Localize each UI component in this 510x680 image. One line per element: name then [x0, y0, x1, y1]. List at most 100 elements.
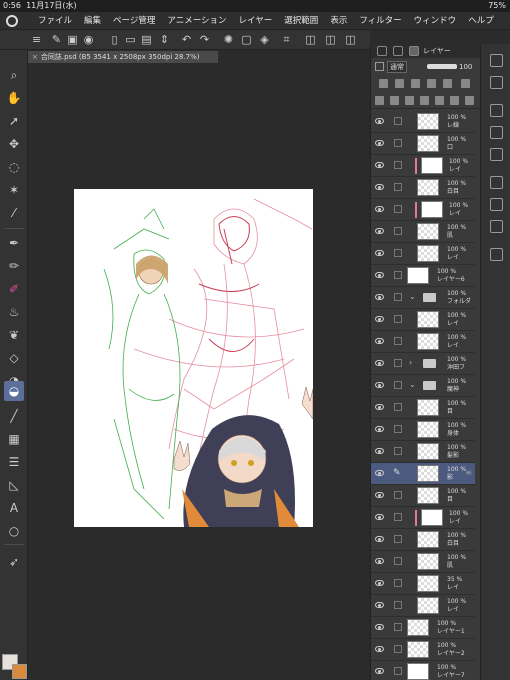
layer-row[interactable]: 100 % 目 — [371, 485, 475, 507]
layer-checkbox[interactable] — [394, 623, 402, 631]
clipping-icon[interactable] — [379, 79, 388, 88]
fill-tool-icon[interactable]: ◒ — [4, 381, 24, 401]
merge-icon[interactable] — [435, 96, 444, 105]
layer-checkbox[interactable] — [394, 293, 402, 301]
color-wheel-icon[interactable] — [490, 104, 503, 117]
layer-checkbox[interactable] — [394, 403, 402, 411]
color-swatches[interactable] — [2, 654, 28, 680]
close-tab-icon[interactable]: × — [32, 53, 38, 61]
visibility-eye-icon[interactable] — [375, 558, 384, 564]
layer-row[interactable]: 100 % レイヤー1 — [371, 617, 475, 639]
navigator-icon[interactable] — [490, 54, 503, 67]
panel-tab-icon-2[interactable] — [393, 46, 403, 56]
visibility-eye-icon[interactable] — [375, 316, 384, 322]
visibility-eye-icon[interactable] — [375, 294, 384, 300]
layer-row[interactable]: 35 % レイ — [371, 573, 475, 595]
layer-row[interactable]: 100 % 肌 — [371, 551, 475, 573]
visibility-eye-icon[interactable] — [375, 338, 384, 344]
panel-tab-icon-1[interactable] — [377, 46, 387, 56]
layer-row[interactable]: 100 % レイ — [371, 595, 475, 617]
visibility-eye-icon[interactable] — [375, 624, 384, 630]
visibility-eye-icon[interactable] — [375, 250, 384, 256]
folder-row[interactable]: ⌄ 100 % フォルダ — [371, 287, 475, 309]
magic-wand-icon[interactable]: ✶ — [4, 180, 24, 200]
ruler-icon[interactable]: ◺ — [4, 475, 24, 495]
layer-checkbox[interactable] — [394, 249, 402, 257]
balloon-icon[interactable]: ○ — [4, 521, 24, 541]
layer-checkbox[interactable] — [394, 645, 402, 653]
folder-row[interactable]: › 100 % 沖田フ — [371, 353, 475, 375]
layer-mask-icon[interactable] — [450, 96, 459, 105]
new-raster-layer-icon[interactable] — [375, 96, 384, 105]
menu-icon[interactable]: ≡ — [30, 33, 43, 46]
layer-property-icon[interactable] — [375, 62, 384, 71]
layer-panel-title[interactable]: レイヤー — [423, 44, 451, 58]
layer-stack-icon[interactable]: ☰ — [4, 452, 24, 472]
lock-icon[interactable] — [411, 79, 420, 88]
layer-row[interactable]: 100 % レイ — [371, 243, 475, 265]
fill-icon[interactable]: ◈ — [258, 33, 271, 46]
record-icon[interactable]: ◉ — [82, 33, 95, 46]
sub-color-swatch[interactable] — [12, 664, 27, 679]
loading-icon[interactable]: ✺ — [222, 33, 235, 46]
menu-page[interactable]: ページ管理 — [113, 12, 155, 30]
new-file-icon[interactable]: ▯ — [108, 33, 121, 46]
airbrush-icon[interactable]: ♨ — [4, 302, 24, 322]
layer-row[interactable]: 100 % レイ — [371, 199, 475, 221]
layer-checkbox[interactable] — [394, 535, 402, 543]
open-folder-icon[interactable]: ▭ — [124, 33, 137, 46]
layer-row[interactable]: 100 % レ線 — [371, 111, 475, 133]
blend-mode-select[interactable]: 通常 — [387, 61, 407, 73]
opacity-value[interactable]: 100 — [459, 58, 472, 76]
opacity-slider[interactable] — [427, 64, 457, 69]
layer-checkbox[interactable] — [394, 579, 402, 587]
pencil-icon[interactable]: ✏ — [4, 256, 24, 276]
layer-checkbox[interactable] — [394, 491, 402, 499]
hand-icon[interactable]: ✋ — [4, 88, 24, 108]
chevron-right-icon[interactable]: › — [409, 358, 412, 367]
layer-row[interactable]: 100 % 白目 — [371, 177, 475, 199]
save-icon[interactable]: ▤ — [140, 33, 153, 46]
layer-checkbox[interactable] — [394, 227, 402, 235]
delete-layer-icon[interactable] — [465, 96, 474, 105]
stepper-icon[interactable]: ⇕ — [158, 33, 171, 46]
zoom-icon[interactable]: ⌕ — [4, 65, 24, 85]
layer-checkbox[interactable] — [394, 271, 402, 279]
edit-icon[interactable]: ✎ — [50, 33, 63, 46]
visibility-eye-icon[interactable] — [375, 470, 384, 476]
layer-checkbox[interactable] — [394, 513, 402, 521]
layer-row[interactable]: 100 % レイ — [371, 331, 475, 353]
visibility-eye-icon[interactable] — [375, 426, 384, 432]
layer-checkbox[interactable] — [394, 667, 402, 675]
visibility-eye-icon[interactable] — [375, 206, 384, 212]
layer-row[interactable]: 100 % レイヤー2 — [371, 639, 475, 661]
layer-checkbox[interactable] — [394, 381, 402, 389]
eyedropper-icon[interactable]: ⁄ — [4, 203, 24, 223]
visibility-eye-icon[interactable] — [375, 272, 384, 278]
layer-row[interactable]: 100 % レイ — [371, 507, 475, 529]
material-icon[interactable] — [490, 176, 503, 189]
visibility-eye-icon[interactable] — [375, 536, 384, 542]
layer-tab-icon[interactable] — [409, 46, 419, 56]
visibility-eye-icon[interactable] — [375, 668, 384, 674]
layer-checkbox[interactable] — [394, 447, 402, 455]
history-icon[interactable] — [490, 198, 503, 211]
layer-checkbox[interactable] — [394, 359, 402, 367]
layer-checkbox[interactable] — [394, 337, 402, 345]
undo-icon[interactable]: ↶ — [180, 33, 193, 46]
visibility-eye-icon[interactable] — [375, 448, 384, 454]
document-tab[interactable]: × 合同誌.psd (B5 3541 x 2508px 350dpi 28.7%) — [28, 51, 218, 63]
chevron-down-icon[interactable]: ⌄ — [409, 380, 416, 389]
transform-icon[interactable]: ⌗ — [280, 33, 293, 46]
operation-icon[interactable]: ➚ — [4, 111, 24, 131]
layer-stack-icon[interactable] — [490, 76, 503, 89]
line-icon[interactable]: ╱ — [4, 406, 24, 426]
redo-icon[interactable]: ↷ — [198, 33, 211, 46]
visibility-eye-icon[interactable] — [375, 514, 384, 520]
drag-handle-icon[interactable]: ≡ — [465, 468, 472, 477]
clear-icon[interactable]: ▢ — [240, 33, 253, 46]
layer-checkbox[interactable] — [394, 139, 402, 147]
menu-animation[interactable]: アニメーション — [167, 12, 226, 30]
visibility-eye-icon[interactable] — [375, 140, 384, 146]
decoration-icon[interactable]: ❦ — [4, 325, 24, 345]
